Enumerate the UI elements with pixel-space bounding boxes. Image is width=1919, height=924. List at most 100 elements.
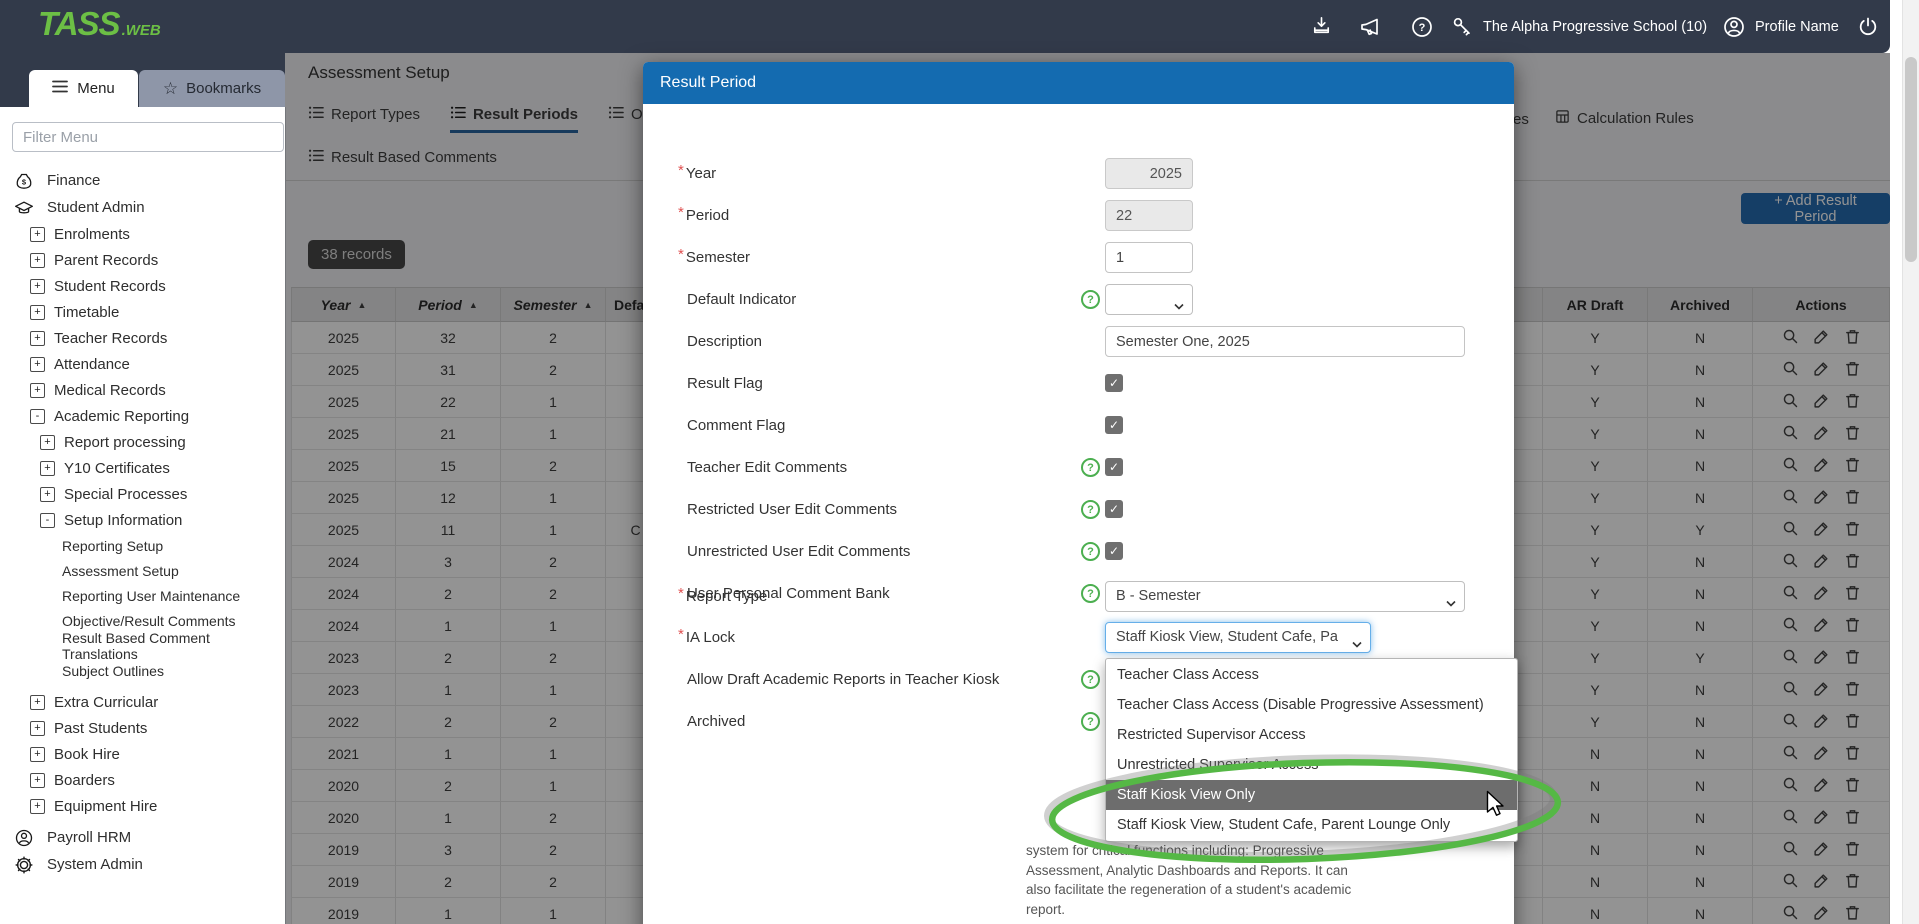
expander-icon[interactable]: + bbox=[40, 461, 55, 476]
expander-icon[interactable]: + bbox=[30, 357, 45, 372]
field-label: *IA Lock bbox=[678, 622, 735, 653]
sidebar-item-label: Special Processes bbox=[64, 486, 187, 503]
profile-menu[interactable]: Profile Name bbox=[1722, 0, 1839, 53]
expander-icon[interactable]: + bbox=[30, 253, 45, 268]
sidebar-tree-item[interactable]: + Attendance bbox=[0, 351, 285, 377]
scrollbar-thumb[interactable] bbox=[1905, 57, 1917, 262]
result-flag-checkbox[interactable]: ✓ bbox=[1105, 374, 1123, 392]
school-name-label: The Alpha Progressive School (10) bbox=[1483, 19, 1707, 35]
sidebar-tree-item[interactable]: + Student Records bbox=[0, 273, 285, 299]
field-label: *Report Type bbox=[678, 581, 767, 612]
expander-icon[interactable]: + bbox=[30, 227, 45, 242]
sidebar-tree-item[interactable]: + Special Processes bbox=[0, 481, 285, 507]
key-icon bbox=[1450, 15, 1474, 39]
chevron-down-icon bbox=[1352, 635, 1362, 653]
sidebar-tree-leaf[interactable]: Subject Outlines bbox=[0, 658, 285, 683]
download-icon bbox=[1310, 15, 1333, 38]
sidebar-tree-item[interactable]: + Teacher Records bbox=[0, 325, 285, 351]
sidebar-item-label: Objective/Result Comments bbox=[62, 613, 236, 629]
expander-icon[interactable]: + bbox=[30, 773, 45, 788]
dropdown-option[interactable]: Teacher Class Access bbox=[1106, 660, 1517, 690]
expander-icon[interactable]: - bbox=[30, 409, 45, 424]
sidebar-tree-item[interactable]: + Y10 Certificates bbox=[0, 455, 285, 481]
unrestricted-user-edit-comments-checkbox[interactable]: ✓ bbox=[1105, 542, 1123, 560]
sidebar-tree-item[interactable]: + Boarders bbox=[0, 767, 285, 793]
expander-icon[interactable]: - bbox=[40, 513, 55, 528]
sidebar-item-finance[interactable]: $ Finance bbox=[0, 167, 285, 194]
required-marker: * bbox=[678, 246, 684, 263]
teacher-edit-comments-checkbox[interactable]: ✓ bbox=[1105, 458, 1123, 476]
period-input[interactable] bbox=[1105, 200, 1193, 231]
help-icon[interactable]: ? bbox=[1081, 458, 1100, 477]
help-icon[interactable]: ? bbox=[1081, 500, 1100, 519]
expander-icon[interactable]: + bbox=[40, 435, 55, 450]
expander-icon[interactable]: + bbox=[30, 799, 45, 814]
help-text-line: also facilitate the regeneration of a st… bbox=[1026, 880, 1496, 900]
logout-button[interactable] bbox=[1856, 0, 1880, 53]
restricted-user-edit-comments-checkbox[interactable]: ✓ bbox=[1105, 500, 1123, 518]
sidebar-item-system-admin[interactable]: System Admin bbox=[0, 851, 285, 878]
field-label: Default Indicator bbox=[687, 284, 796, 315]
help-icon[interactable]: ? bbox=[1081, 542, 1100, 561]
report-type-select[interactable]: B - Semester bbox=[1105, 581, 1465, 612]
svg-text:$: $ bbox=[22, 177, 27, 186]
sidebar-item-student-admin[interactable]: Student Admin bbox=[0, 194, 285, 221]
sidebar-tree-item[interactable]: + Book Hire bbox=[0, 741, 285, 767]
sidebar-tree-item[interactable]: + Parent Records bbox=[0, 247, 285, 273]
dropdown-option[interactable]: Restricted Supervisor Access bbox=[1106, 720, 1517, 750]
expander-icon[interactable]: + bbox=[30, 383, 45, 398]
profile-name-label: Profile Name bbox=[1755, 19, 1839, 35]
filter-menu-input[interactable] bbox=[12, 122, 284, 152]
expander-icon[interactable]: + bbox=[40, 487, 55, 502]
sidebar-tree-item[interactable]: + Equipment Hire bbox=[0, 793, 285, 819]
default-indicator-select[interactable] bbox=[1105, 284, 1193, 315]
expander-icon[interactable]: + bbox=[30, 279, 45, 294]
field-label: Archived bbox=[687, 706, 745, 737]
help-button[interactable]: ? bbox=[1410, 0, 1434, 53]
sidebar-tree-item[interactable]: - Academic Reporting bbox=[0, 403, 285, 429]
dropdown-option[interactable]: Teacher Class Access (Disable Progressiv… bbox=[1106, 690, 1517, 720]
expander-icon[interactable]: + bbox=[30, 331, 45, 346]
sidebar-tree-item[interactable]: + Medical Records bbox=[0, 377, 285, 403]
ia-lock-select[interactable]: Staff Kiosk View, Student Cafe, Pa bbox=[1105, 622, 1371, 653]
sidebar-tree-leaf[interactable]: Reporting User Maintenance bbox=[0, 583, 285, 608]
sidebar-tab-menu[interactable]: Menu bbox=[29, 70, 138, 107]
sidebar-tree-item[interactable]: + Enrolments bbox=[0, 221, 285, 247]
tass-web-logo: TASS.WEB bbox=[38, 5, 161, 43]
megaphone-icon bbox=[1358, 15, 1382, 39]
sidebar-tree-item[interactable]: + Extra Curricular bbox=[0, 689, 285, 715]
sidebar-item-label: Book Hire bbox=[54, 746, 120, 763]
sidebar-item-payroll-hrm[interactable]: Payroll HRM bbox=[0, 824, 285, 851]
sidebar-tab-bookmarks[interactable]: ☆ Bookmarks bbox=[139, 70, 285, 107]
dropdown-option[interactable]: Staff Kiosk View Only bbox=[1106, 780, 1517, 810]
description-input[interactable] bbox=[1105, 326, 1465, 357]
help-text-line: system for critical functions including:… bbox=[1026, 841, 1496, 861]
expander-icon[interactable]: + bbox=[30, 305, 45, 320]
expander-icon[interactable]: + bbox=[30, 747, 45, 762]
help-icon[interactable]: ? bbox=[1081, 290, 1100, 309]
help-icon: ? bbox=[1410, 15, 1434, 39]
help-icon[interactable]: ? bbox=[1081, 712, 1100, 731]
top-header-bar: TASS.WEB ? The Alpha Progressive School … bbox=[0, 0, 1890, 53]
expander-icon[interactable]: + bbox=[30, 695, 45, 710]
downloads-button[interactable] bbox=[1310, 0, 1333, 53]
year-input[interactable] bbox=[1105, 158, 1193, 189]
expander-icon[interactable]: + bbox=[30, 721, 45, 736]
sidebar-tree-leaf[interactable]: Assessment Setup bbox=[0, 558, 285, 583]
school-selector[interactable]: The Alpha Progressive School (10) bbox=[1450, 0, 1707, 53]
help-icon[interactable]: ? bbox=[1081, 670, 1100, 689]
sidebar-tree-item[interactable]: + Past Students bbox=[0, 715, 285, 741]
sidebar-tree-leaf[interactable]: Result Based Comment Translations bbox=[0, 633, 285, 658]
chevron-down-icon bbox=[1174, 297, 1184, 315]
semester-input[interactable] bbox=[1105, 242, 1193, 273]
sidebar-tree-item[interactable]: + Report processing bbox=[0, 429, 285, 455]
scrollbar-track[interactable] bbox=[1902, 0, 1919, 924]
sidebar-tree-item[interactable]: + Timetable bbox=[0, 299, 285, 325]
svg-text:?: ? bbox=[1419, 22, 1426, 34]
comment-flag-checkbox[interactable]: ✓ bbox=[1105, 416, 1123, 434]
sidebar-tree-item[interactable]: - Setup Information bbox=[0, 507, 285, 533]
dropdown-option[interactable]: Unrestricted Supervisor Access bbox=[1106, 750, 1517, 780]
announcements-button[interactable] bbox=[1358, 0, 1382, 53]
dropdown-option[interactable]: Staff Kiosk View, Student Cafe, Parent L… bbox=[1106, 810, 1517, 840]
sidebar-tree-leaf[interactable]: Reporting Setup bbox=[0, 533, 285, 558]
